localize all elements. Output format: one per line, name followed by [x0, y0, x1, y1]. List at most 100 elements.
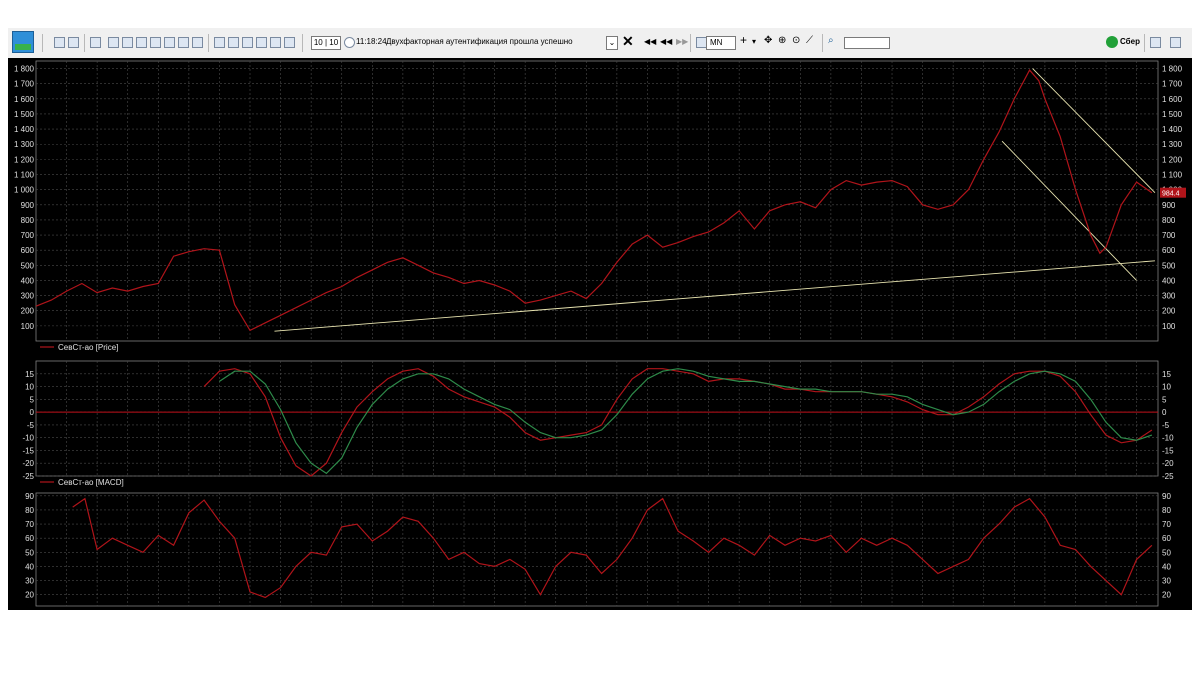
y-tick-label-left: 300 — [21, 292, 35, 301]
stop-order-icon[interactable] — [284, 37, 295, 48]
y-tick-label-right: 15 — [1162, 370, 1171, 379]
crosshair-dropdown-icon[interactable]: ▾ — [752, 37, 756, 46]
y-tick-label-left: 400 — [21, 276, 35, 285]
info-icon[interactable] — [214, 37, 225, 48]
y-tick-label-right: 5 — [1162, 395, 1167, 404]
y-tick-label-right: 80 — [1162, 506, 1171, 515]
y-tick-label-right: 1 400 — [1162, 125, 1183, 134]
y-tick-label-left: 1 400 — [14, 125, 35, 134]
y-tick-label-right: -5 — [1162, 421, 1170, 430]
y-tick-label-right: 1 300 — [1162, 140, 1183, 149]
y-tick-label-left: 50 — [25, 548, 34, 557]
y-tick-label-right: 40 — [1162, 562, 1171, 571]
y-tick-label-left: 700 — [21, 231, 35, 240]
y-tick-label-left: -20 — [22, 459, 34, 468]
y-tick-label-right: -20 — [1162, 459, 1174, 468]
y-tick-label-left: 20 — [25, 591, 34, 600]
transfer-icon[interactable] — [270, 37, 281, 48]
last-price-label: 984.4 — [1162, 191, 1180, 198]
y-tick-label-left: 1 800 — [14, 65, 35, 74]
y-tick-label-right: -25 — [1162, 472, 1174, 481]
table-icon[interactable] — [108, 37, 119, 48]
status-message: Двухфакторная аутентификация прошла успе… — [386, 37, 573, 46]
y-tick-label-right: -10 — [1162, 434, 1174, 443]
toolbar-separator — [84, 34, 85, 52]
y-tick-label-left: 10 — [25, 383, 34, 392]
menu-icon[interactable] — [1170, 37, 1181, 48]
y-tick-label-left: 70 — [25, 520, 34, 529]
page-counter: 10 | 10 — [311, 36, 341, 50]
y-tick-label-right: 20 — [1162, 591, 1171, 600]
y-tick-label-left: 1 000 — [14, 186, 35, 195]
sber-logo-icon[interactable] — [1106, 36, 1118, 48]
y-tick-label-left: -25 — [22, 472, 34, 481]
y-tick-label-left: 90 — [25, 492, 34, 501]
close-icon[interactable]: ✕ — [622, 33, 634, 50]
period-value: MN — [710, 38, 723, 47]
text-tool-icon[interactable] — [228, 37, 239, 48]
y-tick-label-left: 40 — [25, 562, 34, 571]
chevron-down-icon: ⌄ — [608, 38, 616, 47]
toolbar-separator — [208, 34, 209, 52]
search-table-icon[interactable] — [164, 37, 175, 48]
toolbar-separator — [1144, 34, 1145, 52]
limits-icon[interactable] — [192, 37, 203, 48]
link-settings-icon[interactable] — [68, 37, 79, 48]
y-tick-label-left: 200 — [21, 307, 35, 316]
y-tick-label-right: 1 700 — [1162, 80, 1183, 89]
scroll-forward-icon[interactable]: ▶▶ — [676, 37, 688, 46]
y-tick-label-right: 1 500 — [1162, 110, 1183, 119]
y-tick-label-right: 1 800 — [1162, 65, 1183, 74]
period-select[interactable]: MN — [706, 36, 736, 50]
trading-terminal-window: 10 | 10 11:18:24 Двухфакторная аутентифи… — [8, 28, 1192, 610]
link-icon[interactable] — [54, 37, 65, 48]
crosshair-icon[interactable]: + — [740, 33, 747, 47]
y-tick-label-right: 100 — [1162, 322, 1176, 331]
sber-label[interactable]: Сбер — [1120, 37, 1140, 46]
toolbar-separator — [42, 34, 43, 52]
move-icon[interactable]: ✥ — [764, 35, 772, 46]
trades-icon[interactable] — [150, 37, 161, 48]
y-tick-label-left: 1 600 — [14, 95, 35, 104]
orders-icon[interactable] — [136, 37, 147, 48]
toolbar-separator — [302, 34, 303, 52]
y-tick-label-right: 50 — [1162, 548, 1171, 557]
y-tick-label-right: 10 — [1162, 383, 1171, 392]
quotes-icon[interactable] — [122, 37, 133, 48]
app-logo-icon[interactable] — [12, 31, 34, 53]
buy-icon[interactable] — [242, 37, 253, 48]
y-tick-label-left: 1 300 — [14, 140, 35, 149]
y-tick-label-left: 1 700 — [14, 80, 35, 89]
page-counter-text: 10 | 10 — [313, 38, 339, 47]
portfolio-icon[interactable] — [178, 37, 189, 48]
ruler-icon[interactable]: ⟋ — [806, 35, 813, 46]
y-tick-label-left: 5 — [30, 395, 35, 404]
scroll-start-icon[interactable]: ◀◀ — [644, 37, 656, 46]
sell-icon[interactable] — [256, 37, 267, 48]
target-icon[interactable]: ⊕ — [778, 35, 786, 46]
y-tick-label-left: 900 — [21, 201, 35, 210]
y-tick-label-left: -15 — [22, 446, 34, 455]
y-tick-label-left: 100 — [21, 322, 35, 331]
y-tick-label-right: 400 — [1162, 276, 1176, 285]
search-input[interactable] — [844, 37, 890, 49]
dot-icon[interactable]: ⊙ — [792, 35, 800, 46]
y-tick-label-left: 0 — [30, 408, 35, 417]
toolbar-separator — [822, 34, 823, 52]
y-tick-label-left: 800 — [21, 216, 35, 225]
new-window-icon[interactable] — [90, 37, 101, 48]
y-tick-label-left: 15 — [25, 370, 34, 379]
chart-area[interactable]: 100 100200 200300 300400 400500 500600 600700 7… — [8, 58, 1192, 610]
y-tick-label-left: 1 200 — [14, 155, 35, 164]
y-tick-label-left: 1 100 — [14, 171, 35, 180]
scroll-back-icon[interactable]: ◀◀ — [660, 37, 672, 46]
y-tick-label-right: 90 — [1162, 492, 1171, 501]
status-dropdown-button[interactable]: ⌄ — [606, 36, 618, 50]
toolbar: 10 | 10 11:18:24 Двухфакторная аутентифи… — [8, 28, 1192, 59]
status-time: 11:18:24 — [356, 37, 387, 46]
chat-icon[interactable] — [1150, 37, 1161, 48]
y-tick-label-left: 30 — [25, 577, 34, 586]
info-circle-icon — [344, 37, 355, 48]
toolbar-separator — [690, 34, 691, 52]
search-icon[interactable]: ⌕ — [828, 35, 834, 46]
